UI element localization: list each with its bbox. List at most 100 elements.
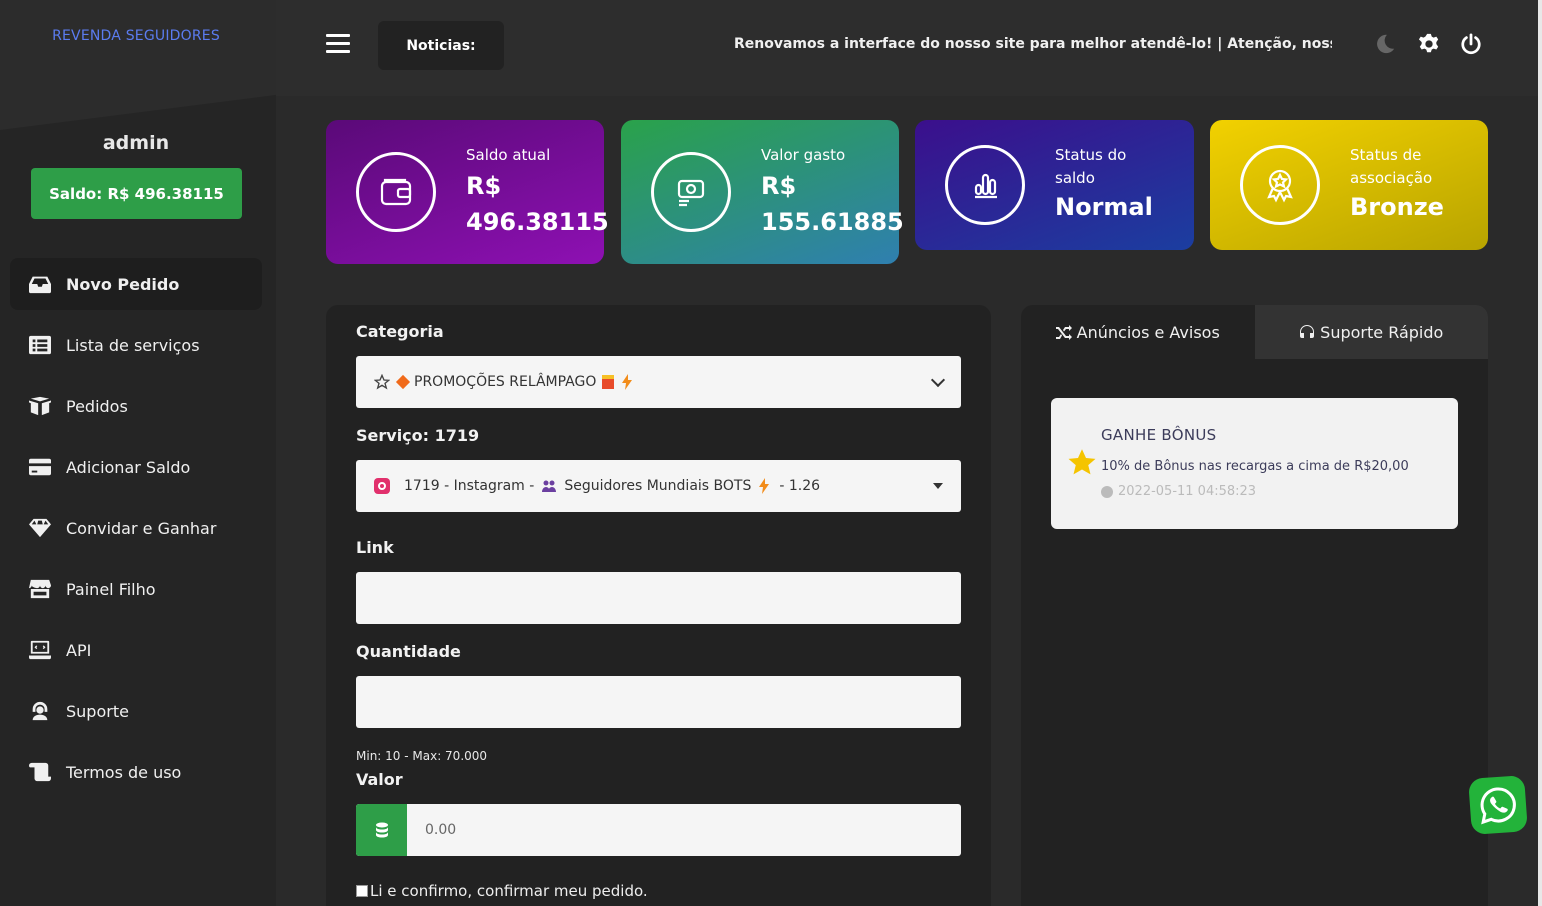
hamburger-menu-icon[interactable] — [326, 34, 350, 56]
sidebar-item-lista-servicos[interactable]: Lista de serviços — [10, 319, 262, 371]
notice-date-row: 2022-05-11 04:58:23 — [1101, 484, 1256, 499]
credit-card-icon — [28, 456, 52, 478]
orange-diamond-icon — [395, 374, 411, 390]
notice-title: GANHE BÔNUS — [1101, 426, 1217, 444]
notice-date: 2022-05-11 04:58:23 — [1118, 484, 1257, 499]
quantity-input[interactable] — [356, 676, 961, 728]
quantity-label: Quantidade — [356, 642, 461, 661]
store-icon — [28, 578, 52, 600]
sidebar-item-termos[interactable]: Termos de uso — [10, 746, 262, 798]
caret-down-icon — [933, 483, 943, 489]
card-label: Valor gasto — [761, 146, 846, 164]
sidebar-header — [0, 0, 276, 130]
lightning-icon — [759, 478, 770, 494]
wallet-icon — [356, 152, 436, 232]
card-label-line1: Status de — [1350, 146, 1422, 164]
diamond-icon — [28, 517, 52, 539]
card-label-line1: Status do — [1055, 146, 1127, 164]
gear-icon[interactable] — [1418, 33, 1440, 55]
username: admin — [102, 132, 170, 154]
lightning-icon — [622, 374, 633, 390]
sidebar-item-label: Suporte — [66, 701, 129, 721]
sidebar-item-label: API — [66, 640, 92, 660]
tab-anuncios[interactable]: Anúncios e Avisos — [1021, 305, 1255, 359]
card-value: 496.38115 — [466, 208, 609, 236]
whatsapp-button[interactable] — [1468, 775, 1528, 835]
card-status-saldo: Status do saldo Normal — [915, 120, 1194, 250]
card-label-line2: associação — [1350, 169, 1433, 187]
list-icon — [28, 334, 52, 356]
card-valor-gasto: Valor gasto R$ 155.61885 — [621, 120, 904, 264]
headset-icon — [1300, 325, 1315, 338]
boxes-icon — [28, 395, 52, 417]
chart-icon — [945, 145, 1025, 225]
headset-icon — [28, 700, 52, 722]
card-status-associacao: Status de associação Bronze — [1210, 120, 1488, 250]
link-input[interactable] — [356, 572, 961, 624]
whatsapp-icon — [1480, 787, 1516, 825]
valor-field: 0.00 — [356, 804, 961, 856]
page-scrollbar[interactable] — [1538, 0, 1542, 906]
tab-label: Suporte Rápido — [1320, 322, 1444, 342]
service-label: Serviço: 1719 — [356, 426, 480, 445]
award-icon — [1240, 145, 1320, 225]
news-ticker[interactable]: Renovamos a interface do nosso site para… — [734, 36, 1332, 56]
sidebar-item-adicionar-saldo[interactable]: Adicionar Saldo — [10, 441, 262, 493]
card-label-line2: saldo — [1055, 169, 1095, 187]
balance-button[interactable]: Saldo: R$ 496.38115 — [31, 168, 242, 219]
users-icon — [542, 480, 557, 492]
sidebar-item-painel-filho[interactable]: Painel Filho — [10, 563, 262, 615]
star-outline-icon — [374, 374, 390, 390]
power-icon[interactable] — [1460, 33, 1482, 55]
sidebar-item-label: Pedidos — [66, 396, 128, 416]
sidebar-item-label: Convidar e Ganhar — [66, 518, 217, 538]
sidebar: REVENDA SEGUIDORES admin Saldo: R$ 496.3… — [0, 0, 276, 906]
clock-icon — [1101, 485, 1113, 498]
sidebar-item-label: Lista de serviços — [66, 335, 200, 355]
star-icon — [1068, 449, 1096, 475]
order-form: Categoria PROMOÇÕES RELÂMPAGO Serviço: 1… — [326, 305, 991, 906]
valor-value: 0.00 — [425, 822, 457, 838]
laptop-code-icon — [28, 639, 52, 661]
service-value-name: Seguidores Mundiais BOTS — [564, 478, 752, 494]
shuffle-icon — [1055, 325, 1072, 340]
sidebar-item-label: Termos de uso — [66, 762, 182, 782]
category-select[interactable]: PROMOÇÕES RELÂMPAGO — [356, 356, 961, 408]
confirm-label[interactable]: Li e confirmo, confirmar meu pedido. — [370, 882, 648, 900]
confirm-checkbox[interactable] — [356, 885, 368, 897]
link-label: Link — [356, 538, 394, 557]
tab-label: Anúncios e Avisos — [1076, 322, 1220, 342]
chevron-down-icon — [930, 372, 946, 388]
announcement-tabs: Anúncios e Avisos Suporte Rápido — [1021, 305, 1488, 359]
quantity-hint: Min: 10 - Max: 70.000 — [356, 749, 488, 763]
card-value-currency: R$ — [761, 172, 797, 200]
card-saldo-atual: Saldo atual R$ 496.38115 — [326, 120, 609, 264]
scroll-icon — [28, 761, 52, 783]
sidebar-item-api[interactable]: API — [10, 624, 262, 676]
category-label: Categoria — [356, 322, 444, 341]
confirm-row: Li e confirmo, confirmar meu pedido. — [356, 882, 648, 900]
sidebar-item-label: Painel Filho — [66, 579, 156, 599]
database-icon — [356, 804, 407, 856]
card-value: Normal — [1055, 193, 1153, 221]
valor-label: Valor — [356, 770, 403, 789]
moon-icon[interactable] — [1374, 33, 1396, 55]
sidebar-menu: Novo Pedido Lista de serviços Pedidos Ad… — [10, 258, 262, 807]
service-select[interactable]: 1719 - Instagram - Seguidores Mundiais B… — [356, 460, 961, 512]
card-label: Saldo atual — [466, 146, 551, 164]
card-value-currency: R$ — [466, 172, 502, 200]
sidebar-item-novo-pedido[interactable]: Novo Pedido — [10, 258, 262, 310]
sidebar-item-convidar[interactable]: Convidar e Ganhar — [10, 502, 262, 554]
notice-text: 10% de Bônus nas recargas a cima de R$20… — [1101, 459, 1409, 474]
topbar: Noticias: Renovamos a interface do nosso… — [276, 0, 1538, 96]
brand-logo[interactable]: REVENDA SEGUIDORES — [0, 28, 272, 44]
category-value: PROMOÇÕES RELÂMPAGO — [414, 374, 597, 390]
sidebar-item-pedidos[interactable]: Pedidos — [10, 380, 262, 432]
gift-icon — [602, 375, 615, 389]
card-value: Bronze — [1350, 193, 1444, 221]
inbox-icon — [28, 273, 52, 295]
sidebar-item-suporte[interactable]: Suporte — [10, 685, 262, 737]
service-value-price: - 1.26 — [779, 478, 821, 494]
tab-suporte[interactable]: Suporte Rápido — [1254, 305, 1488, 359]
service-value-prefix: 1719 - Instagram - — [404, 478, 535, 494]
